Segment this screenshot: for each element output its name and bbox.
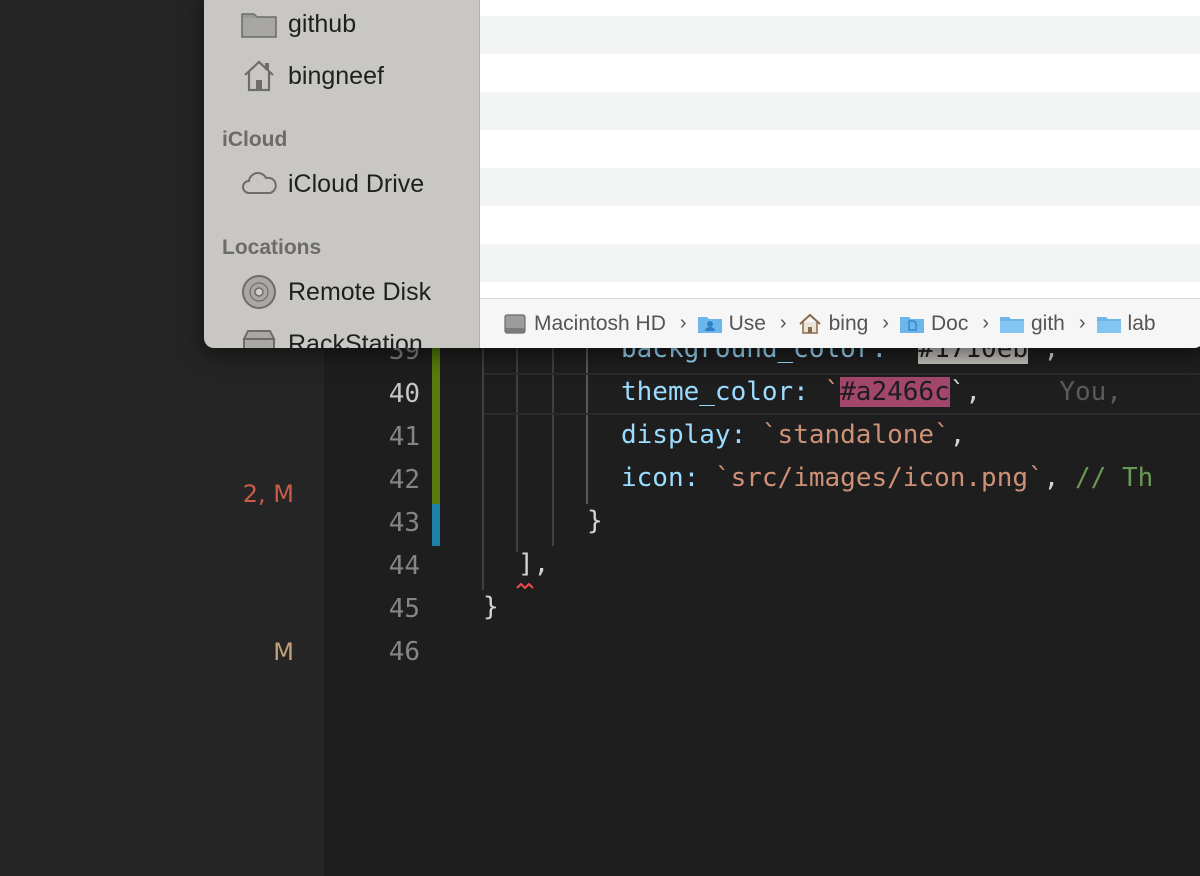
string-tick: ` (824, 377, 841, 407)
cloud-icon (242, 172, 277, 194)
sidebar-item-bingneef[interactable]: bingneef (240, 56, 384, 96)
path-crumb-documents[interactable]: Doc (899, 311, 968, 337)
property-key: display: (621, 420, 747, 450)
code-line-42[interactable]: icon: `src/images/icon.png`, // Th (621, 463, 1153, 493)
chevron-right-icon: › (1078, 312, 1086, 334)
code-line-45[interactable]: } (483, 592, 499, 622)
path-crumb-macintosh-hd[interactable]: Macintosh HD (502, 311, 666, 337)
sidebar-item-icloud-drive[interactable]: iCloud Drive (240, 164, 424, 204)
folder-icon (1096, 316, 1121, 333)
home-icon (798, 313, 821, 334)
line-number: 42 (388, 465, 420, 495)
indent-guide-active (586, 340, 588, 504)
line-number: 45 (388, 594, 420, 624)
path-crumb-label: Macintosh HD (534, 311, 666, 335)
chevron-right-icon: › (779, 312, 787, 334)
path-crumb-users[interactable]: Use (697, 311, 766, 337)
list-row-stripe (480, 168, 1200, 206)
path-crumb-label: Use (728, 311, 766, 335)
finder-file-list[interactable] (480, 0, 1200, 300)
chevron-right-icon: › (679, 312, 687, 334)
list-row-stripe (480, 244, 1200, 282)
indent-guide (552, 340, 554, 546)
indent-guide (516, 340, 518, 552)
list-row-stripe (480, 92, 1200, 130)
documents-folder-icon (899, 316, 924, 333)
path-crumb-bingneef[interactable]: bing (797, 311, 869, 337)
path-crumb-github[interactable]: gith (999, 311, 1065, 337)
path-crumb-label: lab (1127, 311, 1156, 335)
list-row-stripe (480, 16, 1200, 54)
line-number-active: 40 (388, 379, 420, 409)
sidebar-item-rackstation[interactable]: RackStation (240, 324, 423, 348)
git-added-marker[interactable] (432, 340, 440, 504)
finder-sidebar: github bingneef iCloud iCloud Drive Loca… (204, 0, 480, 348)
line-number: 43 (388, 508, 420, 538)
git-status-badge: M (273, 638, 294, 666)
code-comment: // Th (1074, 463, 1154, 493)
git-modified-marker[interactable] (432, 504, 440, 546)
code-line-44[interactable]: ], (518, 549, 549, 579)
folder-icon (241, 13, 277, 38)
hard-drive-icon (504, 313, 526, 334)
path-crumb-label: bing (828, 311, 869, 335)
users-folder-icon (697, 316, 722, 333)
sidebar-item-label: RackStation (288, 329, 423, 349)
code-line-43[interactable]: } (587, 506, 603, 536)
path-crumb-lab[interactable]: lab (1096, 311, 1156, 337)
sidebar-item-github[interactable]: github (240, 4, 356, 44)
punctuation: , (1043, 463, 1060, 493)
error-squiggle (516, 582, 534, 590)
sidebar-item-label: Remote Disk (288, 277, 432, 306)
color-value: #a2466c (840, 377, 950, 407)
sidebar-section-header: Locations (222, 236, 322, 259)
sidebar-item-remote-disk[interactable]: Remote Disk (240, 272, 431, 312)
punctuation: `, (949, 377, 982, 407)
folder-icon (1000, 316, 1024, 333)
home-icon (244, 60, 274, 92)
path-crumb-label: Doc (930, 311, 969, 335)
string-value: `src/images/icon.png` (714, 463, 1044, 493)
git-blame-annotation: You, (1059, 377, 1122, 407)
code-line-40[interactable]: theme_color: `#a2466c`, You, (621, 377, 1122, 407)
sidebar-item-label: github (288, 9, 357, 38)
chevron-right-icon: › (882, 312, 889, 334)
path-crumb-label: gith (1031, 311, 1065, 335)
sidebar-item-label: iCloud Drive (288, 169, 425, 198)
chevron-right-icon: › (982, 312, 989, 334)
nas-icon (242, 330, 276, 348)
sidebar-item-label: bingneef (288, 61, 384, 90)
line-number: 46 (388, 637, 420, 667)
punctuation: , (949, 420, 966, 450)
line-number: 44 (388, 551, 420, 581)
property-key: icon: (621, 463, 700, 493)
finder-path-bar: Macintosh HD › Use › bing › Doc › gith ›… (480, 298, 1200, 348)
property-key: theme_color: (621, 377, 809, 407)
git-status-badge: 2, M (242, 480, 294, 508)
sidebar-section-header: iCloud (222, 128, 288, 151)
line-number: 41 (388, 422, 420, 452)
finder-window[interactable]: github bingneef iCloud iCloud Drive Loca… (204, 0, 1200, 348)
disc-icon (242, 275, 276, 309)
code-line-41[interactable]: display: `standalone`, (621, 420, 965, 450)
string-value: `standalone` (761, 420, 950, 450)
